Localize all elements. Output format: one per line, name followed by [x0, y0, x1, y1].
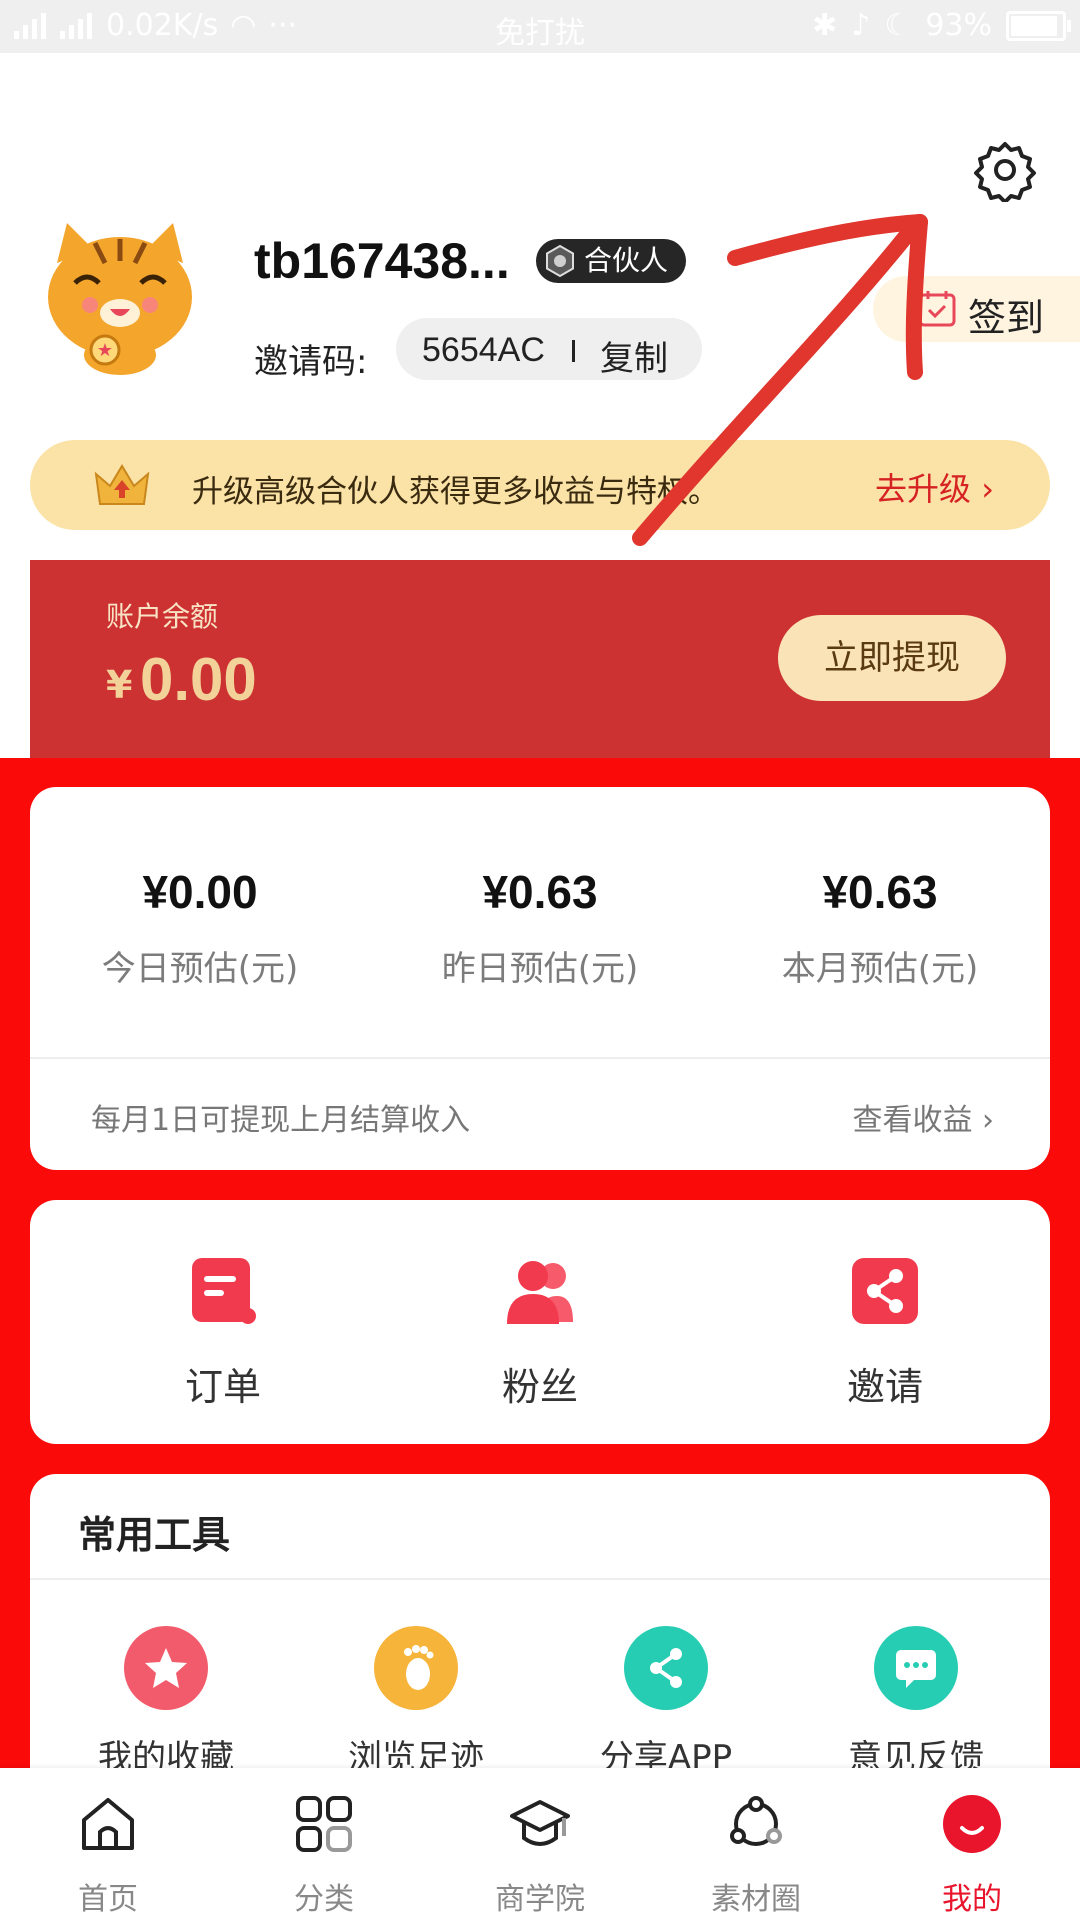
battery-percent: 93% — [925, 8, 992, 43]
partner-level-icon — [546, 245, 574, 277]
chevron-right-icon: › — [981, 470, 994, 508]
nav-label: 分类 — [294, 1882, 354, 1917]
nav-material[interactable]: 素材圈 — [681, 1792, 831, 1918]
tools-title: 常用工具 — [78, 1513, 231, 1557]
partner-badge-label: 合伙人 — [584, 244, 669, 277]
nav-home[interactable]: 首页 — [33, 1792, 183, 1918]
copy-button[interactable]: 复制 — [600, 331, 668, 380]
stat-label: 今日预估(元) — [101, 949, 299, 989]
tool-share-app[interactable]: 分享APP — [566, 1626, 766, 1779]
stat-today: ¥0.00 今日预估(元) — [30, 865, 370, 990]
earnings-card: ¥0.00 今日预估(元) ¥0.63 昨日预估(元) ¥0.63 本月预估(元… — [30, 787, 1050, 1170]
svg-text:★: ★ — [97, 340, 113, 361]
status-bar: 0.02K/s ◠ ··· 免打扰 ✱ ♪ ☾ 93% — [0, 0, 1080, 53]
share-icon — [624, 1626, 708, 1710]
settings-gear-icon[interactable] — [973, 138, 1037, 202]
upgrade-text: 升级高级合伙人获得更多收益与特权。 — [192, 474, 719, 510]
view-earnings-link[interactable]: 查看收益 › — [852, 1095, 994, 1139]
stat-value: ¥0.63 — [822, 866, 938, 918]
stat-value: ¥0.63 — [482, 866, 598, 918]
action-label: 订单 — [184, 1365, 261, 1409]
invite-code-label: 邀请码: — [254, 342, 368, 382]
partner-badge: 合伙人 — [536, 239, 687, 283]
upgrade-banner[interactable]: 升级高级合伙人获得更多收益与特权。 去升级 › — [30, 440, 1050, 530]
chat-icon — [874, 1626, 958, 1710]
withdraw-note: 每月1日可提现上月结算收入 — [91, 1103, 471, 1138]
nav-label: 首页 — [78, 1882, 138, 1917]
star-icon — [124, 1626, 208, 1710]
home-icon — [82, 1798, 134, 1850]
balance-amount: 0.00 — [140, 646, 257, 713]
crown-icon — [94, 464, 150, 505]
stat-label: 昨日预估(元) — [441, 949, 639, 989]
order-icon — [192, 1258, 256, 1324]
status-right: ✱ ♪ ☾ 93% — [812, 8, 1071, 43]
common-tools-card: 常用工具 我的收藏 浏览足迹 分享APP 意见反馈 — [30, 1474, 1050, 1804]
avatar[interactable]: ★ — [35, 205, 205, 375]
share-invite-icon — [852, 1258, 918, 1324]
tool-favorites[interactable]: 我的收藏 — [66, 1626, 266, 1779]
nav-mine[interactable]: 我的 — [897, 1792, 1047, 1918]
moon-icon: ☾ — [884, 8, 912, 43]
stat-value: ¥0.00 — [142, 866, 258, 918]
nav-label: 我的 — [942, 1882, 1002, 1917]
divider — [30, 1057, 1050, 1059]
checkin-label: 签到 — [968, 296, 1045, 340]
invite-code-value: 5654AC — [422, 331, 545, 369]
bluetooth-icon: ✱ — [812, 8, 838, 43]
bell-off-icon: ♪ — [851, 8, 871, 43]
currency-symbol: ¥ — [106, 663, 133, 707]
nav-label: 商学院 — [495, 1882, 585, 1917]
profile-icon — [943, 1795, 1001, 1853]
username: tb167438... — [254, 233, 510, 289]
view-earnings-label: 查看收益 — [852, 1103, 973, 1138]
action-fans[interactable]: 粉丝 — [460, 1254, 620, 1411]
action-orders[interactable]: 订单 — [143, 1254, 303, 1411]
action-label: 粉丝 — [501, 1365, 578, 1409]
tool-feedback[interactable]: 意见反馈 — [816, 1626, 1016, 1779]
balance-label: 账户余额 — [106, 600, 219, 633]
academy-icon — [510, 1800, 570, 1846]
nav-label: 素材圈 — [711, 1882, 801, 1917]
invite-code-pill: 5654AC 复制 — [396, 318, 702, 380]
battery-icon — [1006, 10, 1071, 41]
balance-card: 账户余额 ¥ 0.00 立即提现 — [30, 560, 1050, 760]
stat-month: ¥0.63 本月预估(元) — [710, 865, 1050, 990]
tool-history[interactable]: 浏览足迹 — [316, 1626, 516, 1779]
footprint-icon — [374, 1626, 458, 1710]
nav-category[interactable]: 分类 — [249, 1792, 399, 1918]
action-invite[interactable]: 邀请 — [805, 1254, 965, 1411]
quick-actions-card: 订单 粉丝 邀请 — [30, 1200, 1050, 1444]
material-icon — [730, 1796, 782, 1846]
divider — [30, 1578, 1050, 1580]
stat-yesterday: ¥0.63 昨日预估(元) — [370, 865, 710, 990]
upgrade-link-label: 去升级 — [875, 470, 972, 508]
stat-label: 本月预估(元) — [781, 949, 979, 989]
divider — [572, 340, 575, 362]
nav-academy[interactable]: 商学院 — [465, 1792, 615, 1918]
chevron-right-icon: › — [982, 1103, 994, 1138]
withdraw-button[interactable]: 立即提现 — [778, 615, 1006, 701]
calendar-icon — [918, 291, 956, 327]
bottom-navigation: 首页 分类 商学院 素材圈 我的 — [0, 1768, 1080, 1920]
fans-icon — [507, 1261, 573, 1324]
upgrade-link[interactable]: 去升级 › — [875, 464, 994, 510]
checkin-button[interactable]: 签到 — [873, 276, 1080, 342]
category-icon — [296, 1796, 352, 1852]
action-label: 邀请 — [846, 1365, 923, 1409]
